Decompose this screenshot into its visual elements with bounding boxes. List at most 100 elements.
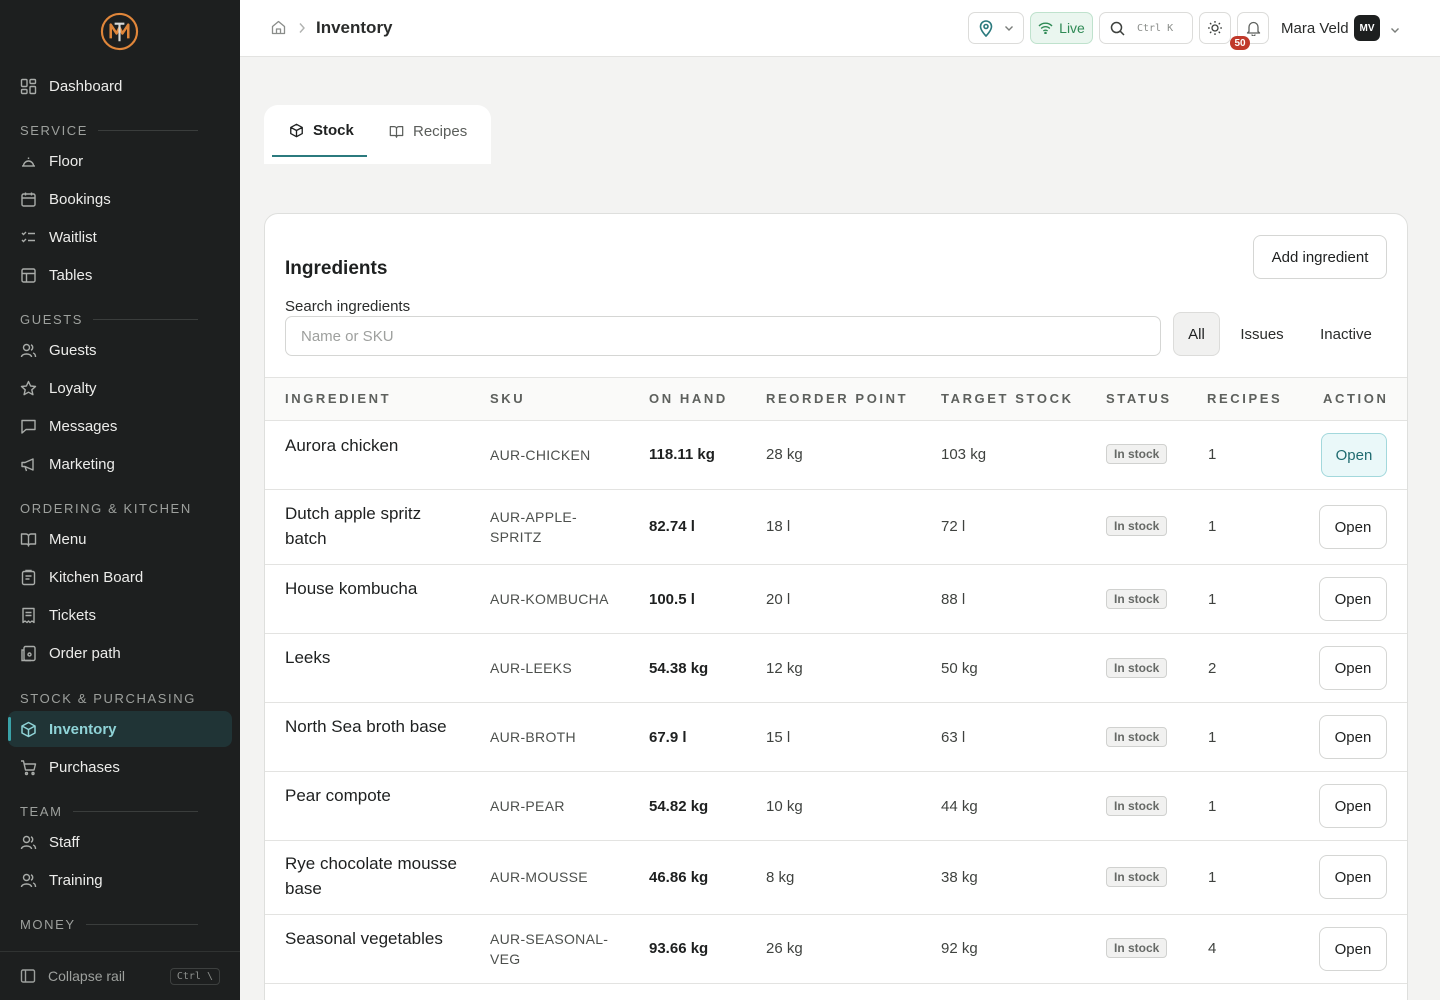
open-button[interactable]: Open bbox=[1319, 577, 1387, 621]
brand-logo[interactable] bbox=[100, 12, 139, 51]
search-input[interactable] bbox=[285, 316, 1161, 356]
tab-stock[interactable]: Stock bbox=[272, 105, 367, 157]
filter-inactive[interactable]: Inactive bbox=[1310, 312, 1382, 356]
sidebar-item-marketing[interactable]: Marketing bbox=[8, 446, 232, 482]
list-check-icon bbox=[20, 229, 37, 246]
sidebar-item-label: Marketing bbox=[49, 455, 115, 473]
search-shortcut: Ctrl K bbox=[1137, 22, 1174, 34]
user-name[interactable]: Mara Veld bbox=[1281, 20, 1349, 37]
sidebar-item-label: Tickets bbox=[49, 606, 96, 624]
ingredient-sku: AUR-CHICKEN bbox=[490, 447, 591, 463]
ingredient-name: Seasonal vegetables bbox=[285, 929, 443, 948]
sidebar-item-tickets[interactable]: Tickets bbox=[8, 597, 232, 633]
wifi-icon bbox=[1038, 22, 1053, 34]
on-hand-value: 54.38 kg bbox=[649, 660, 709, 677]
clipboard-icon bbox=[20, 569, 37, 586]
ingredient-name: Pear compote bbox=[285, 786, 391, 805]
column-header-target-stock[interactable]: TARGET STOCK bbox=[941, 391, 1074, 406]
location-select[interactable] bbox=[968, 12, 1024, 44]
sidebar-item-bookings[interactable]: Bookings bbox=[8, 181, 232, 217]
sidebar: Dashboard SERVICE Floor Bookings Waitlis… bbox=[0, 0, 240, 1000]
cart-icon bbox=[20, 759, 37, 776]
sidebar-item-floor[interactable]: Floor bbox=[8, 143, 232, 179]
sidebar-item-label: Order path bbox=[49, 644, 121, 662]
status-badge: In stock bbox=[1106, 938, 1168, 958]
ingredient-sku: AUR-LEEKS bbox=[490, 660, 573, 676]
sidebar-item-label: Training bbox=[49, 871, 103, 889]
table-icon bbox=[20, 267, 37, 284]
sidebar-item-tables[interactable]: Tables bbox=[8, 257, 232, 293]
sidebar-item-training[interactable]: Training bbox=[8, 862, 232, 898]
reorder-point-value: 12 kg bbox=[766, 660, 803, 677]
collapse-shortcut: Ctrl \ bbox=[169, 967, 220, 985]
open-button[interactable]: Open bbox=[1321, 433, 1387, 477]
column-header-on-hand[interactable]: ON HAND bbox=[649, 391, 728, 406]
reorder-point-value: 15 l bbox=[766, 729, 791, 746]
filter-issues[interactable]: Issues bbox=[1234, 312, 1290, 356]
status-badge: In stock bbox=[1106, 589, 1168, 609]
sidebar-item-waitlist[interactable]: Waitlist bbox=[8, 219, 232, 255]
target-stock-value: 38 kg bbox=[941, 869, 978, 886]
chevron-down-icon[interactable] bbox=[1390, 22, 1400, 33]
sidebar-item-purchases[interactable]: Purchases bbox=[8, 749, 232, 785]
sidebar-item-inventory[interactable]: Inventory bbox=[8, 711, 232, 747]
sidebar-item-staff[interactable]: Staff bbox=[8, 824, 232, 860]
target-stock-value: 88 l bbox=[941, 591, 966, 608]
open-button[interactable]: Open bbox=[1319, 855, 1387, 899]
column-header-reorder-point[interactable]: REORDER POINT bbox=[766, 391, 908, 406]
ingredient-sku: AUR-MOUSSE bbox=[490, 869, 588, 885]
status-badge: In stock bbox=[1106, 796, 1168, 816]
target-stock-value: 72 l bbox=[941, 518, 966, 535]
sidebar-item-order-path[interactable]: Order path bbox=[8, 635, 232, 671]
column-header-status[interactable]: STATUS bbox=[1106, 391, 1172, 406]
open-button[interactable]: Open bbox=[1319, 927, 1387, 971]
open-button[interactable]: Open bbox=[1319, 715, 1387, 759]
status-badge: In stock bbox=[1106, 867, 1168, 887]
sidebar-item-label: Loyalty bbox=[49, 379, 97, 397]
sidebar-item-dashboard[interactable]: Dashboard bbox=[8, 68, 232, 104]
table-row: Seasonal vegetables AUR-SEASONAL-VEG 93.… bbox=[265, 915, 1407, 984]
command-search-button[interactable]: Ctrl K bbox=[1099, 12, 1193, 44]
collapse-rail-button[interactable]: Collapse rail Ctrl \ bbox=[0, 951, 240, 1000]
open-button[interactable]: Open bbox=[1319, 784, 1387, 828]
tab-stock-label: Stock bbox=[313, 121, 354, 139]
on-hand-value: 46.86 kg bbox=[649, 869, 709, 886]
collapse-rail-label: Collapse rail bbox=[48, 968, 126, 984]
sidebar-item-guests[interactable]: Guests bbox=[8, 332, 232, 368]
column-header-recipes[interactable]: RECIPES bbox=[1207, 391, 1282, 406]
open-button[interactable]: Open bbox=[1319, 646, 1387, 690]
table-row: Rye chocolate mousse base AUR-MOUSSE 46.… bbox=[265, 841, 1407, 915]
route-icon bbox=[20, 645, 37, 662]
box-icon bbox=[289, 123, 304, 138]
status-badge: In stock bbox=[1106, 444, 1168, 464]
ingredient-name: Aurora chicken bbox=[285, 436, 399, 455]
sidebar-item-loyalty[interactable]: Loyalty bbox=[8, 370, 232, 406]
theme-toggle-button[interactable] bbox=[1199, 12, 1231, 44]
on-hand-value: 54.82 kg bbox=[649, 798, 709, 815]
sidebar-item-label: Kitchen Board bbox=[49, 568, 144, 586]
tab-recipes-label: Recipes bbox=[413, 122, 468, 140]
open-button[interactable]: Open bbox=[1319, 505, 1387, 549]
map-pin-icon bbox=[978, 19, 994, 37]
section-guests: GUESTS bbox=[20, 311, 198, 327]
home-icon[interactable] bbox=[271, 20, 286, 35]
sidebar-item-menu[interactable]: Menu bbox=[8, 521, 232, 557]
search-label: Search ingredients bbox=[285, 298, 411, 315]
add-ingredient-button[interactable]: Add ingredient bbox=[1253, 235, 1387, 279]
recipes-count: 1 bbox=[1208, 869, 1217, 886]
sidebar-item-messages[interactable]: Messages bbox=[8, 408, 232, 444]
column-header-sku[interactable]: SKU bbox=[490, 391, 525, 406]
column-header-ingredient[interactable]: INGREDIENT bbox=[285, 391, 391, 406]
live-status-button[interactable]: Live bbox=[1030, 12, 1093, 44]
sidebar-item-label: Bookings bbox=[49, 190, 111, 208]
calendar-icon bbox=[20, 191, 37, 208]
avatar[interactable]: MV bbox=[1354, 15, 1380, 41]
section-stock-purchasing: STOCK & PURCHASING bbox=[20, 690, 198, 706]
tab-recipes[interactable]: Recipes bbox=[389, 105, 467, 157]
ingredient-name: Dutch apple spritz batch bbox=[285, 504, 422, 548]
reorder-point-value: 18 l bbox=[766, 518, 791, 535]
sidebar-item-kitchen-board[interactable]: Kitchen Board bbox=[8, 559, 232, 595]
sun-icon bbox=[1207, 20, 1223, 36]
filter-all[interactable]: All bbox=[1173, 312, 1220, 356]
notification-count-badge: 50 bbox=[1230, 36, 1250, 50]
